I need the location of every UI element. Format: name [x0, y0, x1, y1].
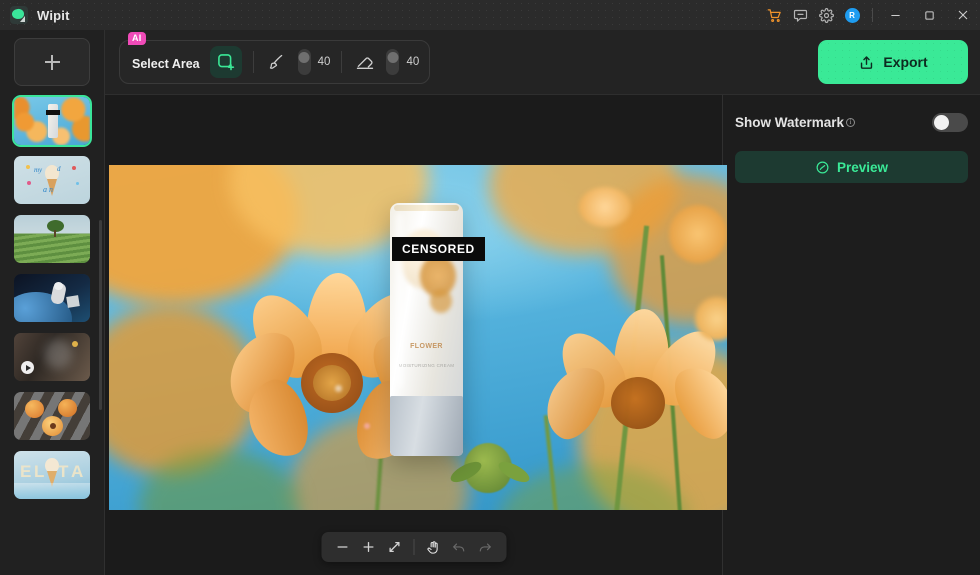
export-button[interactable]: Export	[818, 40, 968, 84]
app-title: Wipit	[37, 7, 70, 23]
maximize-button[interactable]	[912, 0, 946, 30]
eraser-size-slider[interactable]	[386, 49, 400, 75]
sidebar-item-thumbnail-hill-tree[interactable]	[14, 215, 90, 263]
sidebar-item-thumbnail-elta[interactable]: E L T A	[14, 451, 90, 499]
brush-size-slider[interactable]	[297, 49, 311, 75]
eraser-size-value: 40	[406, 56, 420, 68]
main-area: AI Select Area 40 40 Export FLOWER MOIST…	[105, 30, 980, 575]
app-body: my d a n E L T A AI Select Area 40 40 Ex…	[0, 30, 980, 575]
select-area-add-icon[interactable]	[209, 46, 242, 78]
preview-button[interactable]: Preview	[735, 151, 968, 183]
undo-button[interactable]	[447, 535, 471, 559]
pan-tool-button[interactable]	[421, 535, 445, 559]
canvas-area[interactable]: FLOWER MOISTURIZING CREAM CENSORED	[105, 95, 727, 575]
select-area-label: Select Area	[132, 57, 200, 71]
gear-icon[interactable]	[813, 0, 839, 30]
avatar[interactable]: R	[839, 0, 865, 30]
title-bar: Wipit R	[0, 0, 980, 30]
avatar-initial: R	[844, 7, 860, 23]
info-icon[interactable]: i	[846, 117, 856, 127]
minimize-button[interactable]	[878, 0, 912, 30]
tool-group: AI Select Area 40 40	[119, 32, 431, 84]
play-icon	[21, 361, 34, 374]
zoom-in-button[interactable]	[356, 535, 380, 559]
image-content: FLOWER MOISTURIZING CREAM CENSORED	[109, 165, 727, 510]
watermark-row: Show Watermark i	[735, 109, 968, 135]
right-panel: Show Watermark i Preview	[722, 95, 980, 575]
sidebar-item-thumbnail-ice-cream-text[interactable]: my d a n	[14, 156, 90, 204]
app-window: Wipit R my d a n E L T A AI Select Area …	[0, 0, 980, 575]
bottom-toolbar-divider	[413, 539, 414, 555]
tool-bar: AI Select Area 40 40 Export	[105, 30, 980, 95]
title-bar-left: Wipit	[0, 6, 70, 24]
titlebar-divider	[872, 8, 873, 22]
export-label: Export	[883, 54, 928, 70]
zoom-out-button[interactable]	[330, 535, 354, 559]
sidebar-item-thumbnail-peaches[interactable]	[14, 392, 90, 440]
add-media-button[interactable]	[14, 38, 90, 86]
watermark-label: Show Watermark	[735, 114, 845, 130]
toolbar-divider-2	[341, 51, 343, 73]
brain-logo-icon	[10, 6, 28, 24]
brush-size-value: 40	[317, 56, 331, 68]
title-bar-right: R	[761, 0, 980, 30]
sidebar-thumbnail-list[interactable]: my d a n E L T A	[0, 30, 105, 575]
ai-badge: AI	[128, 32, 146, 45]
toolbar-divider-1	[252, 51, 254, 73]
preview-label: Preview	[836, 159, 889, 175]
preview-eye-icon	[816, 161, 829, 173]
sidebar-item-thumbnail-flowers-product[interactable]	[12, 95, 92, 147]
export-upload-icon	[861, 55, 873, 69]
canvas-bottom-toolbar	[321, 532, 506, 562]
sidebar-item-thumbnail-video-clip[interactable]	[14, 333, 90, 381]
workspace: FLOWER MOISTURIZING CREAM CENSORED Show …	[105, 95, 980, 575]
eraser-icon[interactable]	[353, 52, 377, 72]
redo-button[interactable]	[473, 535, 497, 559]
image-canvas[interactable]: FLOWER MOISTURIZING CREAM CENSORED	[109, 165, 727, 510]
watermark-toggle[interactable]	[932, 112, 968, 132]
close-button[interactable]	[946, 0, 980, 30]
brush-icon[interactable]	[265, 53, 289, 72]
censored-overlay: CENSORED	[392, 237, 485, 261]
fit-to-screen-button[interactable]	[382, 535, 406, 559]
cart-icon[interactable]	[761, 0, 787, 30]
sidebar-scrollbar[interactable]	[99, 220, 102, 410]
sidebar-item-thumbnail-astronaut[interactable]	[14, 274, 90, 322]
feedback-icon[interactable]	[787, 0, 813, 30]
